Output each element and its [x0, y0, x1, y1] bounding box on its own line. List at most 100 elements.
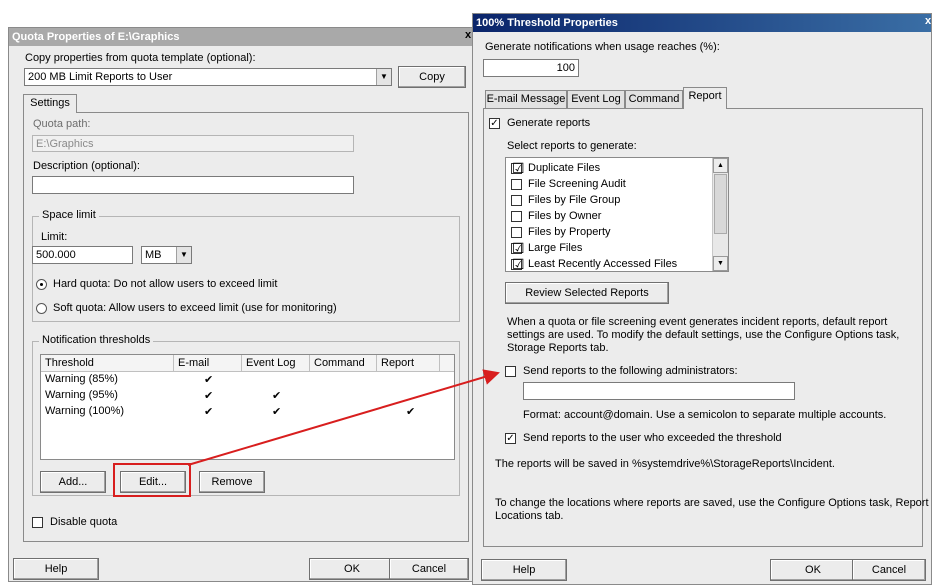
checkmark-icon: ✔ — [204, 390, 214, 402]
tab-settings[interactable]: Settings — [23, 94, 77, 113]
send-user-label: Send reports to the user who exceeded th… — [523, 432, 782, 444]
table-row[interactable]: Warning (85%) ✔ — [41, 373, 454, 387]
tab-event-log[interactable]: Event Log — [567, 90, 625, 109]
soft-quota-label: Soft quota: Allow users to exceed limit … — [53, 302, 337, 314]
list-item[interactable]: Files by Owner — [511, 210, 711, 224]
limit-field[interactable]: 500.000 — [32, 246, 133, 264]
send-admins-label: Send reports to the following administra… — [523, 365, 738, 377]
cancel-button[interactable]: Cancel — [852, 559, 926, 581]
help-button[interactable]: Help — [13, 558, 99, 580]
change-location-text-1: To change the locations where reports ar… — [495, 497, 929, 509]
checkmark-icon: ✔ — [406, 406, 416, 418]
info-text-line-1: When a quota or file screening event gen… — [507, 316, 888, 328]
template-dropdown-value: 200 MB Limit Reports to User — [28, 71, 173, 83]
list-item[interactable]: Files by File Group — [511, 194, 711, 208]
scroll-thumb[interactable] — [714, 174, 727, 234]
tab-email-message[interactable]: E-mail Message — [485, 90, 567, 109]
admins-field[interactable] — [523, 382, 795, 400]
report-label: Files by Property — [528, 226, 611, 238]
right-dialog-title: 100% Threshold Properties — [476, 17, 618, 29]
quota-path-field: E:\Graphics — [32, 135, 354, 152]
cancel-button[interactable]: Cancel — [389, 558, 469, 580]
row-threshold: Warning (85%) — [45, 373, 118, 385]
ok-button[interactable]: OK — [309, 558, 395, 580]
threshold-properties-dialog: 100% Threshold Properties x Generate not… — [472, 13, 932, 585]
limit-label: Limit: — [41, 231, 68, 243]
report-checkbox[interactable] — [511, 211, 522, 222]
hard-quota-label: Hard quota: Do not allow users to exceed… — [53, 278, 278, 290]
info-text-line-2: settings are used. To modify the default… — [507, 329, 900, 341]
column-header-filler — [440, 355, 454, 372]
reports-scrollbar[interactable]: ▲ ▼ — [712, 158, 728, 271]
report-checkbox[interactable] — [511, 227, 522, 238]
notification-title: Notification thresholds — [39, 334, 154, 346]
column-header-command[interactable]: Command — [310, 355, 377, 372]
format-label: Format: account@domain. Use a semicolon … — [523, 409, 887, 421]
limit-unit-dropdown[interactable]: MB ▼ — [141, 246, 192, 264]
report-label: Files by Owner — [528, 210, 602, 222]
quota-path-label: Quota path: — [33, 118, 91, 130]
table-row[interactable]: Warning (100%) ✔ ✔ ✔ — [41, 405, 454, 419]
quota-properties-dialog: Quota Properties of E:\Graphics x Copy p… — [8, 27, 474, 582]
tab-command[interactable]: Command — [625, 90, 683, 109]
report-checkbox[interactable] — [511, 179, 522, 190]
thresholds-table[interactable]: Threshold E-mail Event Log Command Repor… — [40, 354, 455, 460]
report-checkbox[interactable]: ☑ — [511, 257, 525, 271]
checkmark-icon: ✔ — [204, 374, 214, 386]
report-label: Least Recently Accessed Files — [528, 258, 678, 270]
send-admins-checkbox[interactable] — [505, 366, 516, 377]
report-label: Large Files — [528, 242, 583, 254]
change-location-text-2: Locations tab. — [495, 510, 564, 522]
report-label: Files by File Group — [528, 194, 621, 206]
scroll-down-icon[interactable]: ▼ — [713, 256, 728, 271]
copy-button[interactable]: Copy — [398, 66, 466, 88]
info-text-line-3: Storage Reports tab. — [507, 342, 609, 354]
scroll-up-icon[interactable]: ▲ — [713, 158, 728, 173]
table-row[interactable]: Warning (95%) ✔ ✔ — [41, 389, 454, 403]
reports-list[interactable]: ☑ Duplicate Files File Screening Audit F… — [505, 157, 729, 272]
remove-button[interactable]: Remove — [199, 471, 265, 493]
left-titlebar[interactable]: Quota Properties of E:\Graphics — [9, 28, 473, 46]
help-button[interactable]: Help — [481, 559, 567, 581]
soft-quota-radio[interactable] — [36, 303, 47, 314]
description-field[interactable] — [32, 176, 354, 194]
tab-report[interactable]: Report — [683, 87, 727, 109]
space-limit-title: Space limit — [39, 209, 99, 221]
generate-reports-checkbox[interactable]: ✓ — [489, 118, 500, 129]
list-item[interactable]: ☑ Large Files — [511, 241, 711, 256]
chevron-down-icon[interactable]: ▼ — [376, 69, 391, 85]
right-titlebar[interactable]: 100% Threshold Properties — [473, 14, 931, 32]
row-threshold: Warning (95%) — [45, 389, 118, 401]
ok-button[interactable]: OK — [770, 559, 856, 581]
description-label: Description (optional): — [33, 160, 140, 172]
add-button[interactable]: Add... — [40, 471, 106, 493]
report-checkbox[interactable]: ☑ — [511, 241, 525, 255]
list-item[interactable]: ☑ Duplicate Files — [511, 161, 711, 176]
column-header-report[interactable]: Report — [377, 355, 440, 372]
radio-selected-dot — [40, 283, 43, 286]
chevron-down-icon[interactable]: ▼ — [176, 247, 191, 263]
row-threshold: Warning (100%) — [45, 405, 125, 417]
report-checkbox[interactable] — [511, 195, 522, 206]
checkmark-icon: ✔ — [204, 406, 214, 418]
hard-quota-radio[interactable] — [36, 279, 47, 290]
column-header-eventlog[interactable]: Event Log — [242, 355, 310, 372]
disable-quota-checkbox[interactable] — [32, 517, 43, 528]
close-icon[interactable]: x — [923, 15, 932, 27]
column-header-threshold[interactable]: Threshold — [41, 355, 174, 372]
checkmark-icon: ✔ — [272, 390, 282, 402]
list-item[interactable]: Files by Property — [511, 226, 711, 240]
notify-percent-value: 100 — [556, 62, 575, 74]
notify-percent-field[interactable]: 100 — [483, 59, 579, 77]
list-item[interactable]: ☑ Least Recently Accessed Files — [511, 257, 711, 272]
review-reports-button[interactable]: Review Selected Reports — [505, 282, 669, 304]
column-header-email[interactable]: E-mail — [174, 355, 242, 372]
saved-location-text: The reports will be saved in %systemdriv… — [495, 458, 835, 470]
report-label: Duplicate Files — [528, 162, 601, 174]
send-user-checkbox[interactable]: ✓ — [505, 433, 516, 444]
report-label: File Screening Audit — [528, 178, 626, 190]
left-dialog-title: Quota Properties of E:\Graphics — [12, 31, 180, 43]
template-dropdown[interactable]: 200 MB Limit Reports to User ▼ — [24, 68, 392, 86]
report-checkbox[interactable]: ☑ — [511, 161, 525, 175]
list-item[interactable]: File Screening Audit — [511, 178, 711, 192]
